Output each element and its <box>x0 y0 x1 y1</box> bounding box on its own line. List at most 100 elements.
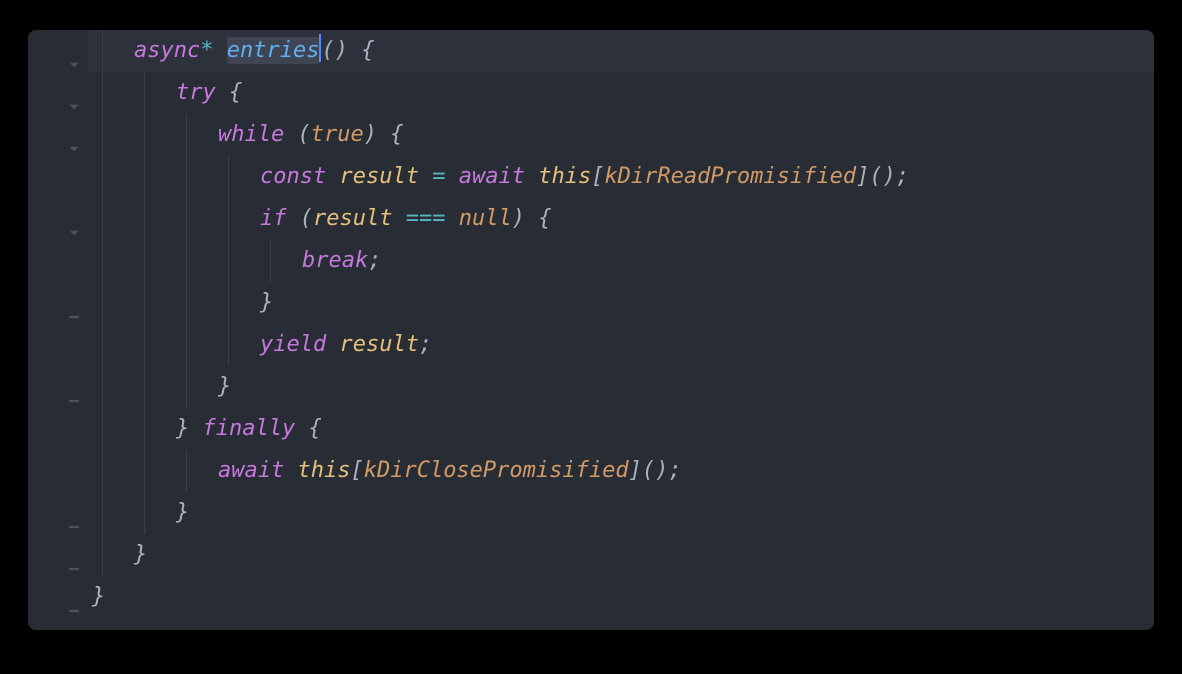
code-line[interactable]: await this[kDirClosePromisified](); <box>88 450 1154 492</box>
token-default <box>525 164 538 189</box>
token-punc: ( <box>284 122 311 147</box>
line-content: } finally { <box>92 416 322 441</box>
code-area[interactable]: async* entries() {try {while (true) {con… <box>28 30 1154 618</box>
token-keyword: try <box>176 80 216 105</box>
line-content: if (result === null) { <box>92 206 551 231</box>
token-punc: ( <box>287 206 314 231</box>
token-default <box>326 164 339 189</box>
gutter-cell <box>28 366 88 408</box>
token-default <box>419 164 432 189</box>
token-storage: const <box>260 164 326 189</box>
token-this: this <box>538 164 591 189</box>
code-lines[interactable]: async* entries() {try {while (true) {con… <box>88 30 1154 618</box>
token-keyword: await <box>459 164 525 189</box>
token-default <box>348 38 361 63</box>
code-line[interactable]: } <box>88 492 1154 534</box>
fold-close-icon[interactable] <box>68 380 82 394</box>
token-default <box>189 416 202 441</box>
code-line[interactable]: } <box>88 366 1154 408</box>
code-editor-panel[interactable]: async* entries() {try {while (true) {con… <box>28 30 1154 630</box>
code-line[interactable]: const result = await this[kDirReadPromis… <box>88 156 1154 198</box>
line-content: } <box>92 584 105 609</box>
token-keyword: if <box>260 206 287 231</box>
token-brace: { <box>229 80 242 105</box>
fold-close-icon[interactable] <box>68 590 82 604</box>
token-punc: ](); <box>856 164 909 189</box>
token-punc: ) <box>512 206 539 231</box>
code-line[interactable]: } finally { <box>88 408 1154 450</box>
gutter-cell <box>28 576 88 618</box>
line-content: } <box>92 374 231 399</box>
line-content: } <box>92 500 189 525</box>
token-op: === <box>406 206 446 231</box>
token-punc: ](); <box>629 458 682 483</box>
token-brace: { <box>538 206 551 231</box>
line-content: await this[kDirClosePromisified](); <box>92 458 682 483</box>
token-prop: kDirClosePromisified <box>364 458 629 483</box>
gutter-cell <box>28 534 88 576</box>
code-line[interactable]: } <box>88 534 1154 576</box>
token-var: result <box>313 206 392 231</box>
code-line[interactable]: while (true) { <box>88 114 1154 156</box>
line-content: } <box>92 542 147 567</box>
token-punc: ; <box>368 248 381 273</box>
token-keyword: async <box>134 38 200 63</box>
fold-gutter[interactable] <box>28 30 88 618</box>
fold-open-icon[interactable] <box>68 86 82 100</box>
token-brace: } <box>176 416 189 441</box>
token-punc: () <box>321 38 348 63</box>
token-brace: { <box>361 38 374 63</box>
token-var: result <box>339 332 418 357</box>
gutter-cell <box>28 408 88 450</box>
fold-open-icon[interactable] <box>68 128 82 142</box>
code-line[interactable]: } <box>88 282 1154 324</box>
gutter-cell <box>28 72 88 114</box>
gutter-cell <box>28 324 88 366</box>
fold-close-icon[interactable] <box>68 296 82 310</box>
token-default <box>284 458 297 483</box>
line-content: const result = await this[kDirReadPromis… <box>92 164 909 189</box>
gutter-cell <box>28 114 88 156</box>
gutter-cell <box>28 198 88 240</box>
fold-open-icon[interactable] <box>68 212 82 226</box>
token-this: this <box>297 458 350 483</box>
token-star: * <box>200 38 227 63</box>
fold-close-icon[interactable] <box>68 506 82 520</box>
token-brace: { <box>390 122 403 147</box>
token-brace: } <box>218 374 231 399</box>
token-brace: } <box>260 290 273 315</box>
token-brace: } <box>176 500 189 525</box>
token-punc: ) <box>364 122 391 147</box>
gutter-cell <box>28 492 88 534</box>
token-const: true <box>311 122 364 147</box>
token-default <box>326 332 339 357</box>
gutter-cell <box>28 450 88 492</box>
token-keyword: finally <box>203 416 296 441</box>
fold-open-icon[interactable] <box>68 44 82 58</box>
fold-close-icon[interactable] <box>68 548 82 562</box>
code-line[interactable]: break; <box>88 240 1154 282</box>
token-keyword: await <box>218 458 284 483</box>
code-line[interactable]: async* entries() { <box>88 30 1154 72</box>
code-line[interactable]: if (result === null) { <box>88 198 1154 240</box>
code-line[interactable]: yield result; <box>88 324 1154 366</box>
gutter-cell <box>28 282 88 324</box>
line-content: while (true) { <box>92 122 403 147</box>
line-content: yield result; <box>92 332 432 357</box>
line-content: break; <box>92 248 381 273</box>
code-line[interactable]: try { <box>88 72 1154 114</box>
line-content: try { <box>92 80 242 105</box>
token-brace: } <box>134 542 147 567</box>
token-default <box>445 164 458 189</box>
token-default <box>295 416 308 441</box>
token-func: entries <box>227 37 320 64</box>
token-punc: [ <box>350 458 363 483</box>
gutter-cell <box>28 156 88 198</box>
token-prop: kDirReadPromisified <box>604 164 856 189</box>
code-line[interactable]: } <box>88 576 1154 618</box>
token-var: result <box>339 164 418 189</box>
token-keyword: break <box>302 248 368 273</box>
token-default <box>392 206 405 231</box>
gutter-cell <box>28 30 88 72</box>
token-default <box>216 80 229 105</box>
